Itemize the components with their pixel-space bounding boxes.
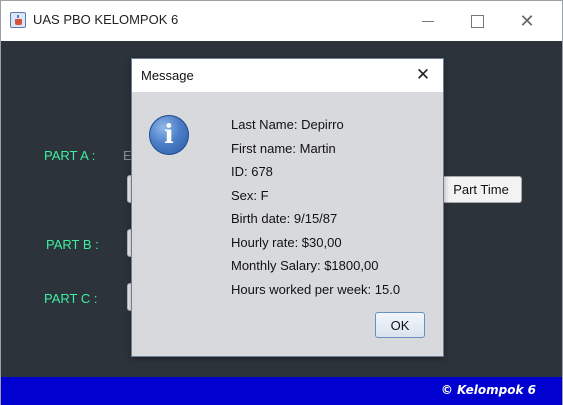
message-line-sex: Sex: F	[231, 187, 269, 203]
message-dialog: Message ✕ i Last Name: Depirro First nam…	[131, 58, 444, 357]
message-line-hours-worked: Hours worked per week: 15.0	[231, 281, 401, 297]
message-text: Last Name: Depirro First name: Martin ID…	[231, 113, 436, 301]
java-cup-icon	[10, 12, 26, 28]
minimize-icon	[422, 20, 434, 22]
footer-bar: © Kelompok 6	[1, 377, 562, 405]
window-title: UAS PBO KELOMPOK 6	[33, 12, 179, 27]
maximize-icon	[470, 14, 484, 28]
part-b-label: PART B :	[46, 237, 99, 252]
info-icon-glyph: i	[164, 120, 174, 150]
java-steam-shape	[17, 15, 19, 18]
message-line-hourly-rate: Hourly rate: $30,00	[231, 234, 342, 250]
message-line-id: ID: 678	[231, 164, 273, 179]
title-bar: UAS PBO KELOMPOK 6 ✕	[1, 1, 562, 41]
message-line-first-name: First name: Martin	[231, 140, 336, 156]
maximize-button[interactable]	[454, 1, 500, 41]
part-c-label: PART C :	[44, 291, 98, 306]
part-time-button[interactable]: Part Time	[440, 176, 522, 203]
dialog-title-bar: Message ✕	[132, 59, 443, 92]
dialog-close-button[interactable]: ✕	[410, 63, 436, 87]
close-icon: ✕	[415, 65, 431, 85]
message-line-last-name: Last Name: Depirro	[231, 117, 344, 132]
app-window: UAS PBO KELOMPOK 6 ✕ PART A : E Part Tim…	[0, 0, 563, 405]
message-line-birth-date: Birth date: 9/15/87	[231, 211, 338, 226]
footer-credit: © Kelompok 6	[440, 383, 536, 397]
java-cup-shape	[15, 19, 22, 25]
info-icon: i	[149, 115, 189, 155]
close-icon: ✕	[519, 10, 535, 32]
message-line-monthly-salary: Monthly Salary: $1800,00	[231, 258, 379, 273]
close-button[interactable]: ✕	[504, 1, 550, 41]
dialog-title: Message	[141, 68, 194, 83]
part-a-label: PART A :	[44, 148, 96, 163]
minimize-button[interactable]	[405, 1, 451, 41]
ok-button[interactable]: OK	[375, 312, 425, 338]
